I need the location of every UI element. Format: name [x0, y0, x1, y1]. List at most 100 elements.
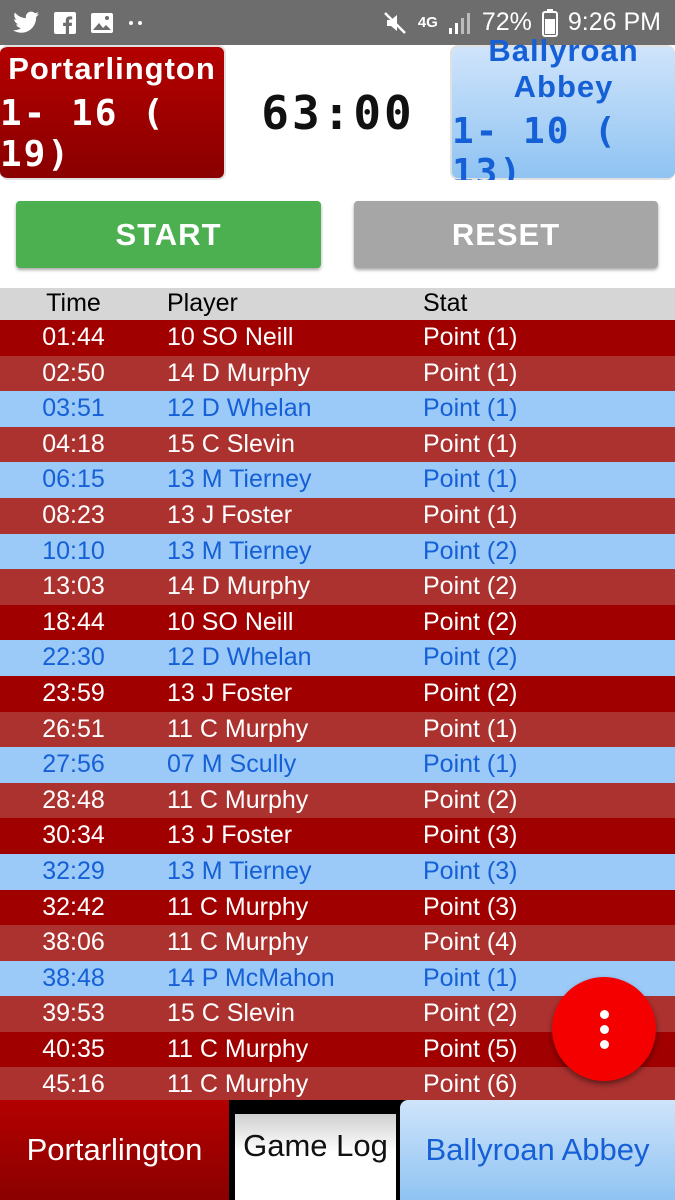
log-player: 13 J Foster	[167, 678, 293, 707]
away-team-name: Ballyroan Abbey	[488, 32, 639, 104]
game-clock: 63:00	[261, 85, 415, 140]
log-row[interactable]: 22:30 12 D Whelan Point (2)	[0, 640, 675, 676]
log-player: 13 M Tierney	[167, 536, 312, 565]
log-time: 27:56	[42, 750, 105, 779]
log-time: 22:30	[42, 643, 105, 672]
home-team-panel[interactable]: Portarlington 1- 16 ( 19)	[0, 45, 226, 180]
log-stat: Point (2)	[423, 785, 518, 814]
log-stat: Point (1)	[423, 394, 518, 423]
log-row[interactable]: 32:42 11 C Murphy Point (3)	[0, 889, 675, 926]
log-row[interactable]: 28:48 11 C Murphy Point (2)	[0, 782, 675, 819]
log-player: 11 C Murphy	[167, 892, 309, 921]
away-team-panel[interactable]: Ballyroan Abbey 1- 10 ( 13)	[450, 33, 675, 193]
log-time: 45:16	[42, 1070, 105, 1099]
log-time: 30:34	[42, 821, 105, 850]
log-row[interactable]: 08:23 13 J Foster Point (1)	[0, 497, 675, 534]
log-player: 07 M Scully	[167, 750, 297, 779]
log-stat: Point (2)	[423, 536, 518, 565]
log-row[interactable]: 18:44 10 SO Neill Point (2)	[0, 604, 675, 641]
log-stat: Point (1)	[423, 963, 518, 992]
log-stat: Point (1)	[423, 465, 518, 494]
log-player: 11 C Murphy	[167, 1034, 309, 1063]
log-player: 11 C Murphy	[167, 1070, 309, 1099]
image-icon	[90, 12, 114, 34]
network-type: 4G	[417, 14, 438, 31]
home-team-name: Portarlington	[8, 50, 216, 86]
log-time: 13:03	[42, 572, 105, 601]
log-row[interactable]: 03:51 12 D Whelan Point (1)	[0, 391, 675, 427]
bottom-tab-bar: Portarlington Game Log Ballyroan Abbey	[0, 1100, 675, 1200]
log-time: 02:50	[42, 358, 105, 387]
log-row[interactable]: 13:03 14 D Murphy Point (2)	[0, 569, 675, 605]
log-stat: Point (2)	[423, 999, 518, 1028]
log-player: 11 C Murphy	[167, 714, 309, 743]
control-buttons: START RESET	[0, 180, 675, 288]
log-time: 10:10	[42, 536, 105, 565]
log-player: 12 D Whelan	[167, 394, 312, 423]
tab-away-team[interactable]: Ballyroan Abbey	[400, 1100, 675, 1200]
log-time: 38:48	[42, 963, 105, 992]
log-player: 10 SO Neill	[167, 607, 294, 636]
column-player: Player	[167, 289, 238, 317]
log-player: 11 C Murphy	[167, 785, 309, 814]
more-options-button[interactable]	[552, 977, 656, 1081]
more-dots-icon	[128, 19, 144, 27]
log-stat: Point (1)	[423, 429, 518, 458]
log-stat: Point (2)	[423, 607, 518, 636]
log-player: 13 M Tierney	[167, 856, 312, 885]
start-button[interactable]: START	[16, 201, 321, 268]
log-player: 15 C Slevin	[167, 999, 295, 1028]
log-row[interactable]: 30:34 13 J Foster Point (3)	[0, 818, 675, 854]
log-player: 14 D Murphy	[167, 572, 311, 601]
log-row[interactable]: 45:16 11 C Murphy Point (6)	[0, 1067, 675, 1100]
log-stat: Point (1)	[423, 358, 518, 387]
log-row[interactable]: 32:29 13 M Tierney Point (3)	[0, 853, 675, 890]
game-clock-panel: 63:00	[226, 45, 450, 180]
log-row[interactable]: 23:59 13 J Foster Point (2)	[0, 675, 675, 712]
log-row[interactable]: 26:51 11 C Murphy Point (1)	[0, 711, 675, 748]
log-stat: Point (1)	[423, 323, 518, 351]
log-stat: Point (5)	[423, 1034, 518, 1063]
log-row[interactable]: 04:18 15 C Slevin Point (1)	[0, 426, 675, 463]
log-time: 39:53	[42, 999, 105, 1028]
log-row[interactable]: 01:44 10 SO Neill Point (1)	[0, 320, 675, 356]
vertical-dots-icon	[599, 1009, 609, 1019]
twitter-icon	[12, 11, 40, 35]
log-time: 40:35	[42, 1034, 105, 1063]
signal-icon	[448, 11, 472, 35]
log-time: 26:51	[42, 714, 105, 743]
log-time: 23:59	[42, 678, 105, 707]
log-stat: Point (2)	[423, 572, 518, 601]
log-row[interactable]: 06:15 13 M Tierney Point (1)	[0, 462, 675, 498]
log-time: 32:29	[42, 856, 105, 885]
log-row[interactable]: 10:10 13 M Tierney Point (2)	[0, 533, 675, 570]
log-time: 18:44	[42, 607, 105, 636]
log-stat: Point (1)	[423, 714, 518, 743]
log-time: 38:06	[42, 928, 105, 957]
tab-game-log[interactable]: Game Log	[235, 1114, 396, 1200]
column-time: Time	[46, 289, 101, 317]
log-time: 28:48	[42, 785, 105, 814]
reset-button[interactable]: RESET	[354, 201, 658, 268]
game-log-list[interactable]: 01:44 10 SO Neill Point (1) 02:50 14 D Murph…	[0, 320, 675, 1100]
log-stat: Point (1)	[423, 500, 518, 529]
log-player: 14 D Murphy	[167, 358, 311, 387]
log-row[interactable]: 27:56 07 M Scully Point (1)	[0, 747, 675, 783]
log-player: 10 SO Neill	[167, 323, 294, 351]
log-stat: Point (2)	[423, 678, 518, 707]
log-time: 03:51	[42, 394, 105, 423]
log-row[interactable]: 02:50 14 D Murphy Point (1)	[0, 355, 675, 392]
log-row[interactable]: 38:06 11 C Murphy Point (4)	[0, 925, 675, 961]
mute-icon	[382, 10, 408, 36]
home-team-score: 1- 16 ( 19)	[0, 92, 166, 175]
log-stat: Point (3)	[423, 892, 518, 921]
log-player: 13 J Foster	[167, 821, 293, 850]
log-time: 01:44	[42, 323, 105, 351]
log-player: 11 C Murphy	[167, 928, 309, 957]
log-header: Time Player Stat	[0, 288, 675, 320]
fab-dot	[599, 1024, 609, 1034]
fab-dot	[599, 1039, 609, 1049]
tab-home-team[interactable]: Portarlington	[0, 1100, 229, 1200]
log-stat: Point (3)	[423, 821, 518, 850]
facebook-icon	[54, 11, 76, 34]
